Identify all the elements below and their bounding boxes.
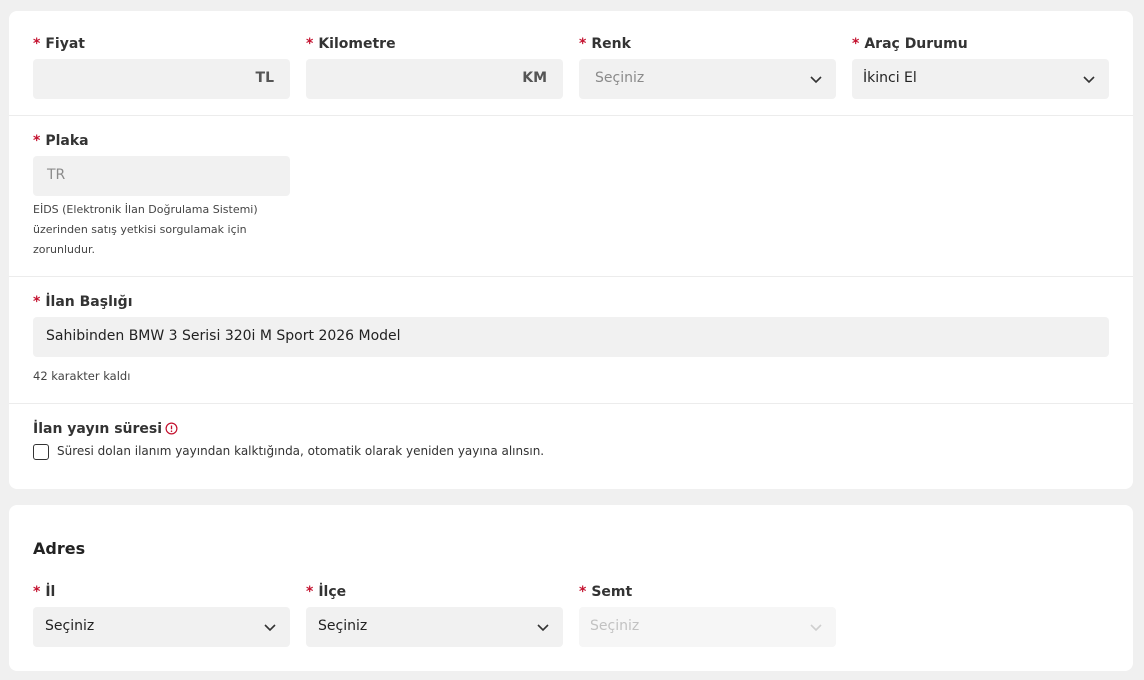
required-mark: * bbox=[33, 36, 41, 52]
neighborhood-label: * Semt bbox=[579, 584, 633, 600]
section-divider bbox=[9, 115, 1133, 116]
district-value: Seçiniz bbox=[318, 618, 368, 634]
address-card: Adres * İl Seçiniz * İlçe Seçiniz * Semt Se… bbox=[9, 505, 1133, 671]
vehicle-details-card: * Fiyat TL * Kilometre KM * Renk Seçiniz * A… bbox=[9, 11, 1133, 489]
required-mark: * bbox=[306, 36, 314, 52]
chevron-down-icon bbox=[1083, 76, 1095, 84]
condition-label: * Araç Durumu bbox=[852, 36, 968, 52]
condition-value: İkinci El bbox=[863, 70, 917, 86]
plate-help-text: EİDS (Elektronik İlan Doğrulama Sistemi)… bbox=[33, 203, 258, 256]
district-label: * İlçe bbox=[306, 584, 347, 600]
required-mark: * bbox=[579, 584, 587, 600]
condition-select[interactable]: İkinci El bbox=[852, 59, 1109, 99]
section-divider bbox=[9, 276, 1133, 277]
plate-input[interactable]: TR bbox=[33, 156, 290, 196]
listing-title-label: * İlan Başlığı bbox=[33, 294, 133, 310]
mileage-suffix: KM bbox=[522, 70, 547, 86]
plate-label: * Plaka bbox=[33, 133, 89, 149]
listing-title-input[interactable]: Sahibinden BMW 3 Serisi 320i M Sport 202… bbox=[33, 317, 1109, 357]
mileage-input[interactable]: KM bbox=[306, 59, 563, 99]
auto-renew-label[interactable]: Süresi dolan ilanım yayından kalktığında… bbox=[57, 444, 544, 458]
required-mark: * bbox=[579, 36, 587, 52]
price-input[interactable]: TL bbox=[33, 59, 290, 99]
required-mark: * bbox=[33, 584, 41, 600]
color-select[interactable]: Seçiniz bbox=[579, 59, 836, 99]
province-value: Seçiniz bbox=[45, 618, 95, 634]
neighborhood-select: Seçiniz bbox=[579, 607, 836, 647]
character-counter: 42 karakter kaldı bbox=[33, 369, 131, 383]
district-select[interactable]: Seçiniz bbox=[306, 607, 563, 647]
color-placeholder: Seçiniz bbox=[595, 70, 645, 86]
address-title: Adres bbox=[33, 539, 86, 558]
province-select[interactable]: Seçiniz bbox=[33, 607, 290, 647]
required-mark: * bbox=[852, 36, 860, 52]
chevron-down-icon bbox=[537, 624, 549, 632]
price-label: * Fiyat bbox=[33, 36, 85, 52]
required-mark: * bbox=[306, 584, 314, 600]
province-label: * İl bbox=[33, 584, 56, 600]
info-circle-icon[interactable] bbox=[165, 422, 178, 435]
chevron-down-icon bbox=[810, 624, 822, 632]
neighborhood-placeholder: Seçiniz bbox=[590, 618, 640, 634]
required-mark: * bbox=[33, 133, 41, 149]
chevron-down-icon bbox=[810, 76, 822, 84]
color-label: * Renk bbox=[579, 36, 631, 52]
mileage-label: * Kilometre bbox=[306, 36, 396, 52]
section-divider bbox=[9, 403, 1133, 404]
price-suffix: TL bbox=[255, 70, 274, 86]
plate-placeholder: TR bbox=[47, 167, 66, 183]
listing-title-value: Sahibinden BMW 3 Serisi 320i M Sport 202… bbox=[46, 328, 401, 344]
required-mark: * bbox=[33, 294, 41, 310]
auto-renew-checkbox[interactable] bbox=[33, 444, 49, 460]
listing-duration-label: İlan yayın süresi bbox=[33, 421, 178, 437]
chevron-down-icon bbox=[264, 624, 276, 632]
